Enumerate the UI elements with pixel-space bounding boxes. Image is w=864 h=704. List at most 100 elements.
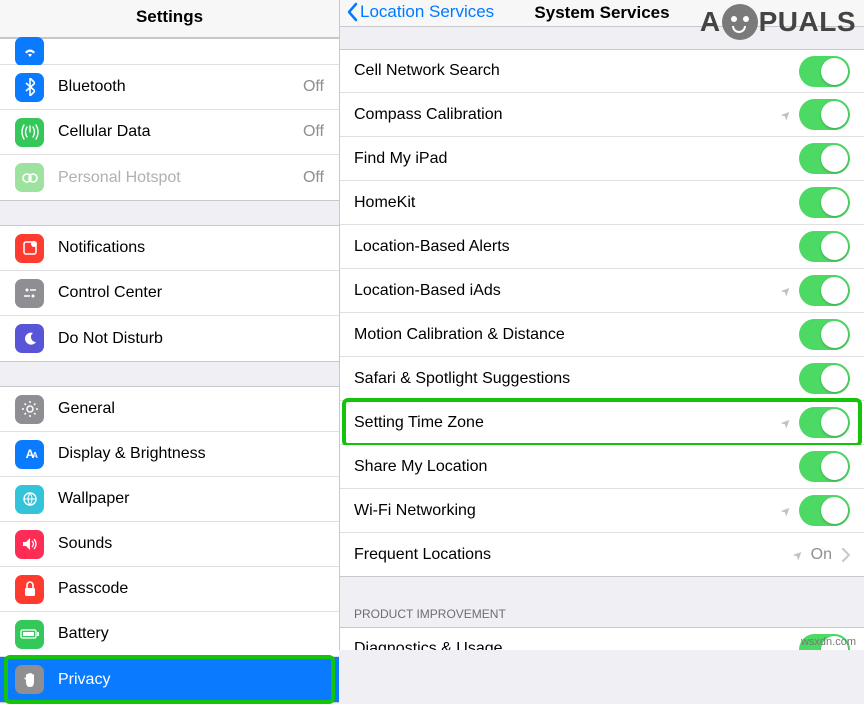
row-frequent-locations[interactable]: Frequent Locations ➤ On [340,533,864,577]
row-label: Location-Based iAds [354,282,781,300]
row-label: HomeKit [354,194,799,212]
sidebar-item-general[interactable]: General [0,387,339,432]
row-homekit[interactable]: HomeKit [340,181,864,225]
settings-title: Settings [0,0,339,38]
row-find-my-ipad[interactable]: Find My iPad [340,137,864,181]
sidebar-item-label: Passcode [58,580,324,598]
sidebar-group-general: General AA Display & Brightness Wallpape… [0,386,339,703]
sidebar-item-battery[interactable]: Battery [0,612,339,657]
toggle-switch[interactable] [799,56,850,87]
wifi-icon [15,37,44,66]
bluetooth-icon [15,73,44,102]
sidebar-item-bluetooth[interactable]: Bluetooth Off [0,65,339,110]
sidebar-item-passcode[interactable]: Passcode [0,567,339,612]
sidebar-item-value: Off [303,123,324,141]
settings-container: Settings Wi-Fi Bluetooth Off Cellular Da [0,0,864,650]
sidebar-item-label: Battery [58,625,324,643]
row-value: On [811,546,832,564]
sidebar-item-label: Bluetooth [58,78,297,96]
svg-text:A: A [32,451,38,460]
toggle-switch[interactable] [799,275,850,306]
row-label: Setting Time Zone [354,414,781,432]
sidebar-item-label: Wallpaper [58,490,324,508]
detail-pane: Location Services System Services Cell N… [340,0,864,650]
back-label: Location Services [360,2,494,22]
sidebar-item-label: Sounds [58,535,324,553]
sidebar-item-label: Do Not Disturb [58,330,324,348]
row-location-iads[interactable]: Location-Based iAds ➤ [340,269,864,313]
sidebar-item-value: Off [303,78,324,96]
hand-icon [15,665,44,694]
control-center-icon [15,279,44,308]
row-label: Frequent Locations [354,546,793,564]
moon-icon [15,324,44,353]
row-label: Cell Network Search [354,62,799,80]
sidebar-item-label: Cellular Data [58,123,297,141]
toggle-switch[interactable] [799,187,850,218]
detail-title: System Services [534,3,669,23]
sidebar-group-network: Wi-Fi Bluetooth Off Cellular Data Off [0,38,339,201]
row-label: Safari & Spotlight Suggestions [354,370,799,388]
footer-url: wsxdn.com [801,636,856,648]
row-label: Location-Based Alerts [354,238,799,256]
sidebar-item-label: General [58,400,324,418]
wallpaper-icon [15,485,44,514]
cellular-icon [15,118,44,147]
row-label: Wi-Fi Networking [354,502,781,520]
row-label: Motion Calibration & Distance [354,326,799,344]
sidebar-item-label: Control Center [58,284,324,302]
sidebar-item-display[interactable]: AA Display & Brightness [0,432,339,477]
toggle-switch[interactable] [799,495,850,526]
detail-header: Location Services System Services [340,0,864,27]
toggle-switch[interactable] [799,143,850,174]
settings-sidebar: Settings Wi-Fi Bluetooth Off Cellular Da [0,0,340,650]
row-diagnostics-usage[interactable]: Diagnostics & Usage [340,627,864,650]
toggle-switch[interactable] [799,407,850,438]
row-location-alerts[interactable]: Location-Based Alerts [340,225,864,269]
row-share-my-location[interactable]: Share My Location [340,445,864,489]
sidebar-group-alerts: Notifications Control Center Do Not Dist… [0,225,339,362]
sidebar-item-label: Notifications [58,239,324,257]
row-motion-calibration[interactable]: Motion Calibration & Distance [340,313,864,357]
section-header: PRODUCT IMPROVEMENT [340,607,864,627]
back-button[interactable]: Location Services [346,2,494,22]
sidebar-item-privacy[interactable]: Privacy [0,657,339,702]
toggle-switch[interactable] [799,451,850,482]
row-label: Find My iPad [354,150,799,168]
chevron-right-icon [842,548,850,562]
gear-icon [15,395,44,424]
toggle-switch[interactable] [799,363,850,394]
sidebar-item-hotspot[interactable]: Personal Hotspot Off [0,155,339,200]
toggle-switch[interactable] [799,319,850,350]
row-compass-calibration[interactable]: Compass Calibration ➤ [340,93,864,137]
sidebar-item-wifi[interactable]: Wi-Fi [0,39,339,65]
lock-icon [15,575,44,604]
row-label: Share My Location [354,458,799,476]
hotspot-icon [15,163,44,192]
sidebar-item-value: Off [303,169,324,187]
row-safari-spotlight[interactable]: Safari & Spotlight Suggestions [340,357,864,401]
display-icon: AA [15,440,44,469]
section-gap [340,577,864,607]
battery-icon [15,620,44,649]
row-setting-time-zone[interactable]: Setting Time Zone ➤ [340,401,864,445]
sidebar-item-label: Personal Hotspot [58,169,297,187]
sidebar-item-label: Display & Brightness [58,445,324,463]
toggle-switch[interactable] [799,99,850,130]
sound-icon [15,530,44,559]
notifications-icon [15,234,44,263]
row-label: Diagnostics & Usage [354,640,799,650]
row-wifi-networking[interactable]: Wi-Fi Networking ➤ [340,489,864,533]
row-cell-network-search[interactable]: Cell Network Search [340,49,864,93]
sidebar-item-dnd[interactable]: Do Not Disturb [0,316,339,361]
sidebar-item-notifications[interactable]: Notifications [0,226,339,271]
sidebar-item-control-center[interactable]: Control Center [0,271,339,316]
row-label: Compass Calibration [354,106,781,124]
sidebar-item-sounds[interactable]: Sounds [0,522,339,567]
sidebar-item-cellular[interactable]: Cellular Data Off [0,110,339,155]
sidebar-item-label: Privacy [58,671,324,689]
sidebar-item-wallpaper[interactable]: Wallpaper [0,477,339,522]
detail-body: Cell Network Search Compass Calibration … [340,27,864,650]
chevron-left-icon [346,2,358,22]
toggle-switch[interactable] [799,231,850,262]
